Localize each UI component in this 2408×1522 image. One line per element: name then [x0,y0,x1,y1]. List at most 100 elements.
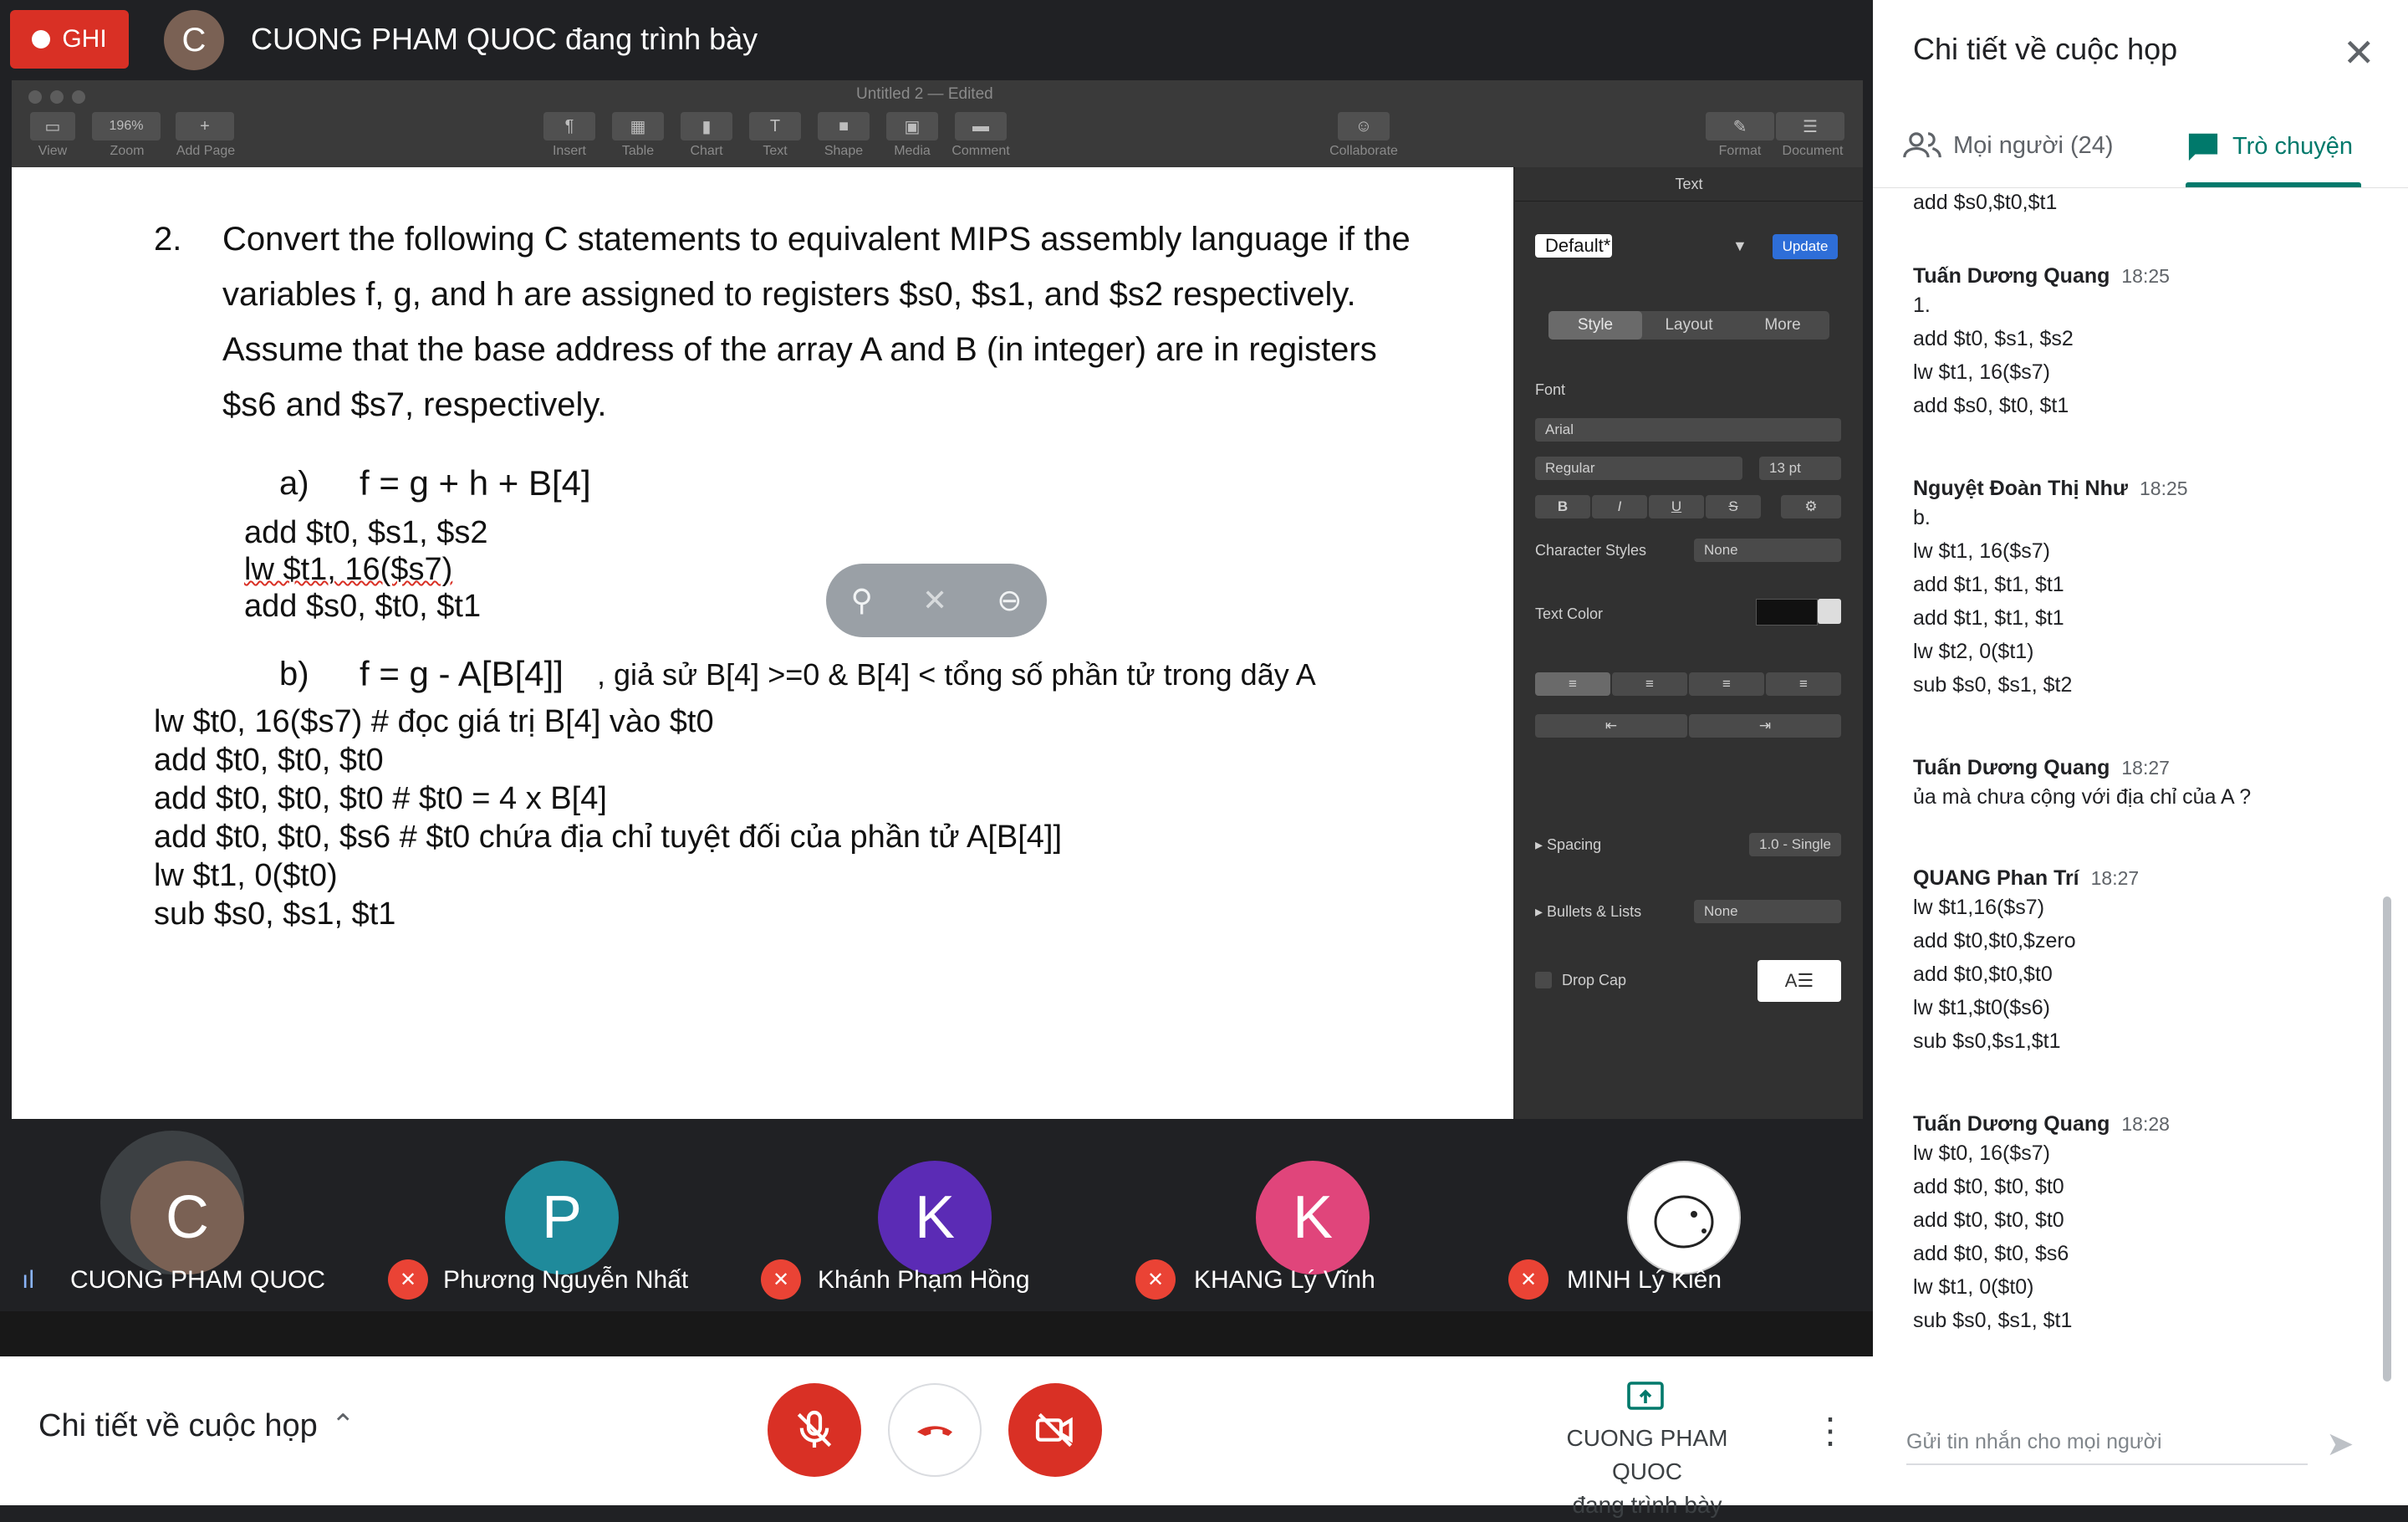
chat-message-line: add $t0, $s1, $s2 [1913,327,2074,350]
collaborate-button[interactable]: ☺ [1338,112,1390,140]
sidebar-icon: ▭ [44,117,61,136]
participant-tile[interactable]: C ıl CUONG PHAM QUOC [0,1119,368,1311]
tab-people[interactable]: Mọi người (24) [1903,130,2114,161]
text-options-button[interactable]: ⚙ [1781,495,1841,518]
bold-button[interactable]: B [1535,495,1590,518]
microphone-toggle-button[interactable] [768,1383,861,1477]
participant-tile[interactable]: K ✕ KHANG Lý Vĩnh [1119,1119,1487,1311]
plus-icon: + [200,116,210,135]
participant-tile[interactable]: P ✕ Phương Nguyễn Nhất [373,1119,741,1311]
font-style-select[interactable]: Regular [1535,457,1742,480]
toolbar-label-text: Text [763,144,788,158]
font-size-stepper[interactable]: 13 pt [1759,457,1841,480]
paragraph-style-select[interactable]: Default* [1535,234,1612,258]
window-minimize-dot [50,90,64,104]
presenter-status[interactable]: CUONG PHAM QUOC đang trình bày [1530,1422,1764,1522]
tab-chat[interactable]: Trò chuyện [2186,130,2353,162]
message-time: 18:28 [2121,1113,2170,1135]
leave-call-button[interactable] [888,1383,982,1477]
participant-tile[interactable]: ✕ MINH Lý Kiên [1492,1119,1860,1311]
chat-message-input[interactable]: Gửi tin nhắn cho mọi người [1906,1430,2162,1454]
recording-indicator[interactable]: GHI [10,10,129,69]
chat-message-line: ủa mà chưa cộng với địa chỉ của A ? [1913,785,2252,809]
chevron-up-icon[interactable]: ⌃ [331,1408,355,1442]
drop-cap-style-icon[interactable]: A☰ [1758,960,1841,1002]
participant-tile[interactable]: K ✕ Khánh Phạm Hồng [746,1119,1114,1311]
text-color-well[interactable] [1756,599,1818,626]
font-section-label: Font [1535,381,1566,398]
align-right-icon[interactable]: ≡ [1689,672,1764,696]
close-icon[interactable]: ✕ [2343,30,2375,75]
pin-icon[interactable]: ⚲ [851,583,873,618]
color-picker-icon[interactable] [1818,599,1841,624]
text-button[interactable]: T [749,112,801,140]
table-button[interactable]: ▦ [612,112,664,140]
participant-name: MINH Lý Kiên [1567,1266,1722,1294]
tab-style[interactable]: Style [1548,311,1642,340]
answer-b-line: lw $t0, 16($s7) # đọc giá trị B[4] vào $… [154,704,714,739]
mic-off-icon [797,1410,832,1448]
toolbar-label-insert: Insert [552,144,586,158]
font-family-select[interactable]: Arial [1535,418,1841,442]
chevron-down-icon[interactable]: ▼ [1732,237,1747,255]
chat-message-line: sub $s0, $s1, $t2 [1913,673,2073,697]
bullets-label[interactable]: ▸ Bullets & Lists [1535,903,1641,921]
align-left-icon[interactable]: ≡ [1535,672,1610,696]
answer-b-line: lw $t1, 0($t0) [154,858,338,893]
drop-cap-label: Drop Cap [1562,972,1627,988]
send-icon[interactable]: ➤ [2326,1425,2354,1463]
media-button[interactable]: ▣ [886,112,938,140]
toolbar-label-zoom: Zoom [110,144,145,158]
spacing-label[interactable]: ▸ Spacing [1535,836,1601,854]
mute-audio-icon[interactable]: ✕ [922,583,947,618]
zoom-button[interactable]: 196% [92,112,161,140]
avatar: K [878,1161,992,1274]
align-justify-icon[interactable]: ≡ [1766,672,1841,696]
tab-layout[interactable]: Layout [1642,311,1736,340]
shape-button[interactable]: ■ [818,112,870,140]
participant-name: Phương Nguyễn Nhất [443,1266,689,1294]
more-options-icon[interactable]: ⋮ [1813,1410,1848,1451]
chat-message-line: add $t1, $t1, $t1 [1913,606,2064,630]
tab-more[interactable]: More [1736,311,1829,340]
remove-icon[interactable]: ⊖ [997,583,1022,618]
add-page-button[interactable]: + [176,112,234,140]
comment-button[interactable]: ▬ [955,112,1007,140]
insert-button[interactable]: ¶ [543,112,595,140]
part-b-statement: f = g - A[B[4]] [360,654,564,693]
message-sender: Tuấn Dương Quang [1913,756,2110,779]
underline-button[interactable]: U [1649,495,1704,518]
toolbar-label-media: Media [894,144,931,158]
update-button[interactable]: Update [1773,234,1838,259]
drop-cap-checkbox[interactable] [1535,972,1552,988]
decrease-indent-icon[interactable]: ⇤ [1535,714,1687,738]
camera-toggle-button[interactable] [1008,1383,1102,1477]
chat-message: Tuấn Dương Quang 18:28 lw $t0, 16($s7) ad… [1913,1112,2170,1337]
message-sender: Tuấn Dương Quang [1913,264,2110,288]
italic-button[interactable]: I [1592,495,1647,518]
meeting-details-button[interactable]: Chi tiết về cuộc họp [38,1408,318,1444]
chat-message-line: lw $t1, 16($s7) [1913,360,2050,384]
increase-indent-icon[interactable]: ⇥ [1689,714,1841,738]
format-button[interactable]: ✎ [1706,112,1774,140]
bullets-select[interactable]: None [1694,900,1841,923]
align-center-icon[interactable]: ≡ [1612,672,1687,696]
view-button[interactable]: ▭ [30,112,75,140]
document-title: Untitled 2 — Edited [856,85,993,103]
present-screen-icon[interactable] [1625,1380,1666,1417]
answer-b-line: sub $s0, $s1, $t1 [154,896,396,932]
character-styles-select[interactable]: None [1694,539,1841,562]
chat-scrollbar[interactable] [2383,896,2391,1382]
avatar: K [1256,1161,1370,1274]
mic-off-icon: ✕ [1508,1259,1548,1300]
participant-name: KHANG Lý Vĩnh [1194,1266,1375,1294]
mic-off-icon: ✕ [761,1259,801,1300]
chat-message-line: lw $t1, 0($t0) [1913,1275,2034,1299]
strikethrough-button[interactable]: S [1706,495,1761,518]
alignment-buttons: ≡ ≡ ≡ ≡ [1535,672,1841,696]
chart-button[interactable]: ▮ [681,112,732,140]
spacing-select[interactable]: 1.0 - Single [1749,833,1841,856]
speaking-icon: ıl [22,1266,34,1294]
question-line: Convert the following C statements to eq… [222,221,1411,258]
document-button[interactable]: ☰ [1776,112,1844,140]
